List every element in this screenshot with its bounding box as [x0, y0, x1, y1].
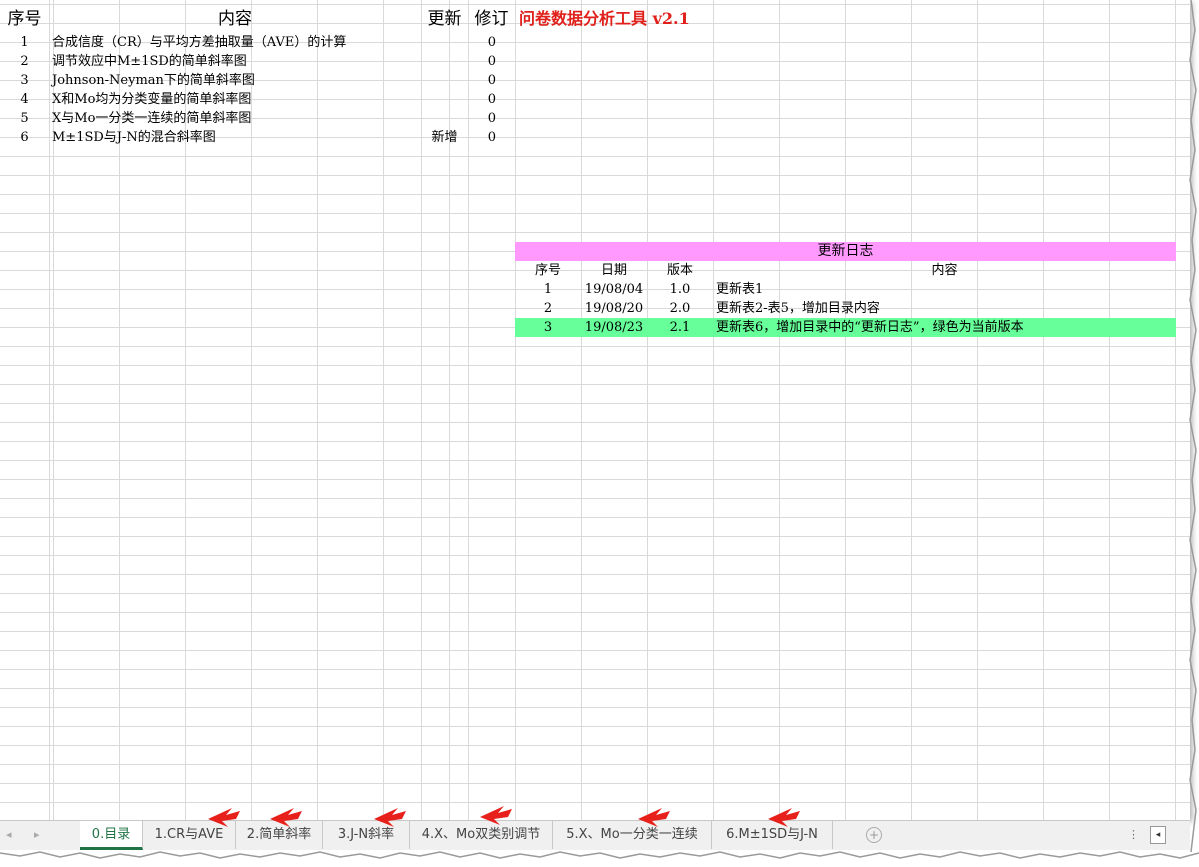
row-divider — [0, 251, 515, 252]
toc-row-revision: 0 — [487, 92, 496, 107]
row-divider — [0, 593, 515, 594]
torn-edge — [0, 850, 1199, 867]
toc-row-update: 新增 — [431, 130, 458, 145]
toc-row-content[interactable]: M±1SD与J-N的混合斜率图 — [52, 128, 216, 147]
annotation-arrows — [208, 806, 800, 827]
toc-header-no: 序号 — [7, 9, 42, 29]
toc-header-content: 内容 — [218, 9, 252, 29]
changelog-row-date: 19/08/20 — [584, 301, 644, 316]
toc-row-update — [421, 71, 468, 90]
row-divider — [0, 270, 515, 271]
toc-row-revision: 0 — [487, 111, 496, 126]
row-divider — [0, 156, 515, 157]
spreadsheet-grid[interactable]: 序号 内容 更新 修订 问卷数据分析工具 v2.1 1 合成信度（CR）与平均方… — [0, 0, 1190, 820]
row-divider — [0, 289, 515, 290]
changelog-row-no: 2 — [543, 301, 553, 316]
changelog-header-date: 日期 — [600, 263, 627, 278]
row-divider — [0, 650, 515, 651]
arrow-icon — [768, 808, 800, 827]
arrow-icon — [270, 808, 302, 827]
toc-row-no: 1 — [20, 35, 29, 50]
changelog-row-content: 更新表6，增加目录中的“更新日志”，绿色为当前版本 — [716, 320, 1024, 335]
row-divider — [0, 555, 515, 556]
row-divider — [0, 631, 515, 632]
row-divider — [0, 232, 515, 233]
toc-header-revision: 修订 — [474, 9, 509, 29]
row-divider — [0, 688, 515, 689]
row-divider — [0, 726, 515, 727]
sheet-tab-bar: ◂ ▸ 0.目录 1.CR与AVE 2.简单斜率 3.J-N斜率 4.X、Mo双… — [0, 806, 1190, 851]
toc-row-content[interactable]: Johnson-Neyman下的简单斜率图 — [52, 71, 255, 90]
toc-row-update — [421, 33, 468, 52]
tool-title: 问卷数据分析工具 v2.1 — [519, 9, 690, 28]
row-divider — [0, 783, 515, 784]
changelog-row-no: 1 — [543, 282, 553, 297]
changelog-row-date: 19/08/23 — [584, 320, 644, 335]
toc-row-revision: 0 — [487, 54, 496, 69]
toc-row-content[interactable]: 调节效应中M±1SD的简单斜率图 — [52, 52, 247, 71]
row-divider — [0, 194, 515, 195]
toc-row-no: 5 — [20, 111, 29, 126]
toc-row-content[interactable]: X和Mo均为分类变量的简单斜率图 — [52, 90, 251, 109]
row-divider — [0, 327, 515, 328]
row-divider — [0, 669, 515, 670]
changelog-row-version: 1.0 — [669, 282, 691, 297]
toc-row-content[interactable]: 合成信度（CR）与平均方差抽取量（AVE）的计算 — [52, 33, 346, 52]
row-divider — [0, 707, 515, 708]
changelog-header-version: 版本 — [666, 263, 693, 278]
row-divider — [0, 175, 515, 176]
changelog-row-content: 更新表2-表5，增加目录内容 — [716, 301, 880, 316]
toc-row-revision: 0 — [487, 35, 496, 50]
toc-row-no: 6 — [20, 130, 29, 145]
row-divider — [0, 460, 515, 461]
torn-edge-right — [1189, 0, 1197, 852]
changelog-row-no: 3 — [543, 320, 553, 335]
changelog-title: 更新日志 — [515, 242, 1176, 261]
toc-row-update — [421, 52, 468, 71]
row-divider — [0, 422, 515, 423]
col-divider — [49, 0, 50, 820]
row-divider — [0, 365, 515, 366]
row-divider — [0, 441, 515, 442]
changelog-header-no: 序号 — [534, 263, 561, 278]
changelog-row-content: 更新表1 — [716, 282, 764, 297]
row-divider — [0, 479, 515, 480]
toc-row-no: 3 — [20, 73, 29, 88]
arrow-icon — [208, 808, 240, 827]
toc-row-revision: 0 — [487, 130, 496, 145]
toc-row-content[interactable]: X与Mo一分类一连续的简单斜率图 — [52, 109, 251, 128]
row-divider — [0, 517, 515, 518]
toc-row-update — [421, 90, 468, 109]
row-divider — [0, 308, 515, 309]
row-divider — [0, 498, 515, 499]
row-divider — [0, 764, 515, 765]
changelog-row-version: 2.1 — [669, 320, 691, 335]
toc-row-no: 4 — [20, 92, 29, 107]
row-divider — [0, 802, 515, 803]
row-divider — [0, 403, 515, 404]
row-divider — [0, 574, 515, 575]
col-divider — [515, 0, 516, 820]
row-divider — [0, 536, 515, 537]
changelog-row-date: 19/08/04 — [584, 282, 644, 297]
toc-row-no: 2 — [20, 54, 29, 69]
row-divider — [0, 745, 515, 746]
toc-row-update — [421, 109, 468, 128]
arrow-icon — [480, 806, 512, 825]
row-divider — [0, 612, 515, 613]
row-divider — [0, 213, 515, 214]
arrow-icon — [638, 808, 670, 827]
toc-row-revision: 0 — [487, 73, 496, 88]
row-divider — [0, 384, 515, 385]
changelog-header-content: 内容 — [931, 263, 958, 278]
row-divider — [0, 346, 515, 347]
changelog-row-version: 2.0 — [669, 301, 691, 316]
toc-header-update: 更新 — [427, 9, 462, 29]
arrow-icon — [374, 808, 406, 827]
